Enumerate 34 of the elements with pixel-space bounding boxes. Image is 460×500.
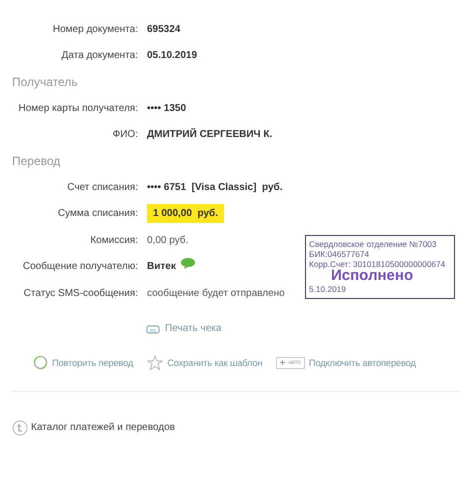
- refresh-icon: [33, 355, 48, 370]
- field-label: Комиссия:: [89, 234, 138, 246]
- printer-icon: [146, 322, 160, 334]
- field-value: 0,00 руб.: [147, 234, 188, 246]
- field-label: ФИО:: [112, 129, 138, 140]
- amount-value: 1 000,00 руб.: [147, 204, 224, 224]
- stamp-text: БИК:046577674: [309, 249, 370, 259]
- field-label: Статус SMS-сообщения:: [22, 288, 138, 299]
- field-value: 695324: [147, 24, 180, 35]
- field-label: Номер документа:: [52, 24, 138, 35]
- stamp-text: Свердловское отделение №7003: [309, 239, 438, 249]
- field-value: •••• 1350: [147, 102, 186, 114]
- speech-bubble-icon: [180, 257, 196, 270]
- section-heading: Перевод: [11, 153, 62, 170]
- field-value: Витек: [147, 261, 176, 272]
- stamp-text: Корр.Счет: 30101810500000000674: [309, 259, 446, 269]
- star-icon: [147, 354, 164, 370]
- field-label: Номер карты получателя:: [18, 102, 138, 114]
- field-value: сообщение будет отправлено: [147, 288, 285, 299]
- section-heading: Получатель: [11, 74, 79, 91]
- field-label: Сообщение получателю:: [22, 261, 138, 272]
- field-label: Дата документа:: [60, 50, 138, 62]
- print-receipt-link[interactable]: Печать чека: [165, 323, 222, 334]
- stamp-status: Исполнено: [331, 269, 414, 283]
- field-value: ДМИТРИЙ СЕРГЕЕВИЧ К.: [147, 129, 272, 140]
- action-link[interactable]: Подключить автоперевод: [308, 358, 416, 368]
- action-link[interactable]: Сохранить как шаблон: [167, 358, 262, 368]
- field-label: Сумма списания:: [56, 208, 138, 220]
- catalog-link[interactable]: Каталог платежей и переводов: [31, 422, 175, 433]
- field-value: •••• 6751 [Visa Classic] руб.: [147, 182, 282, 193]
- field-label: Счет списания:: [66, 182, 138, 193]
- action-link[interactable]: Повторить перевод: [52, 358, 134, 368]
- field-value: 05.10.2019: [147, 50, 198, 62]
- stamp-date: 5.10.2019: [309, 284, 347, 294]
